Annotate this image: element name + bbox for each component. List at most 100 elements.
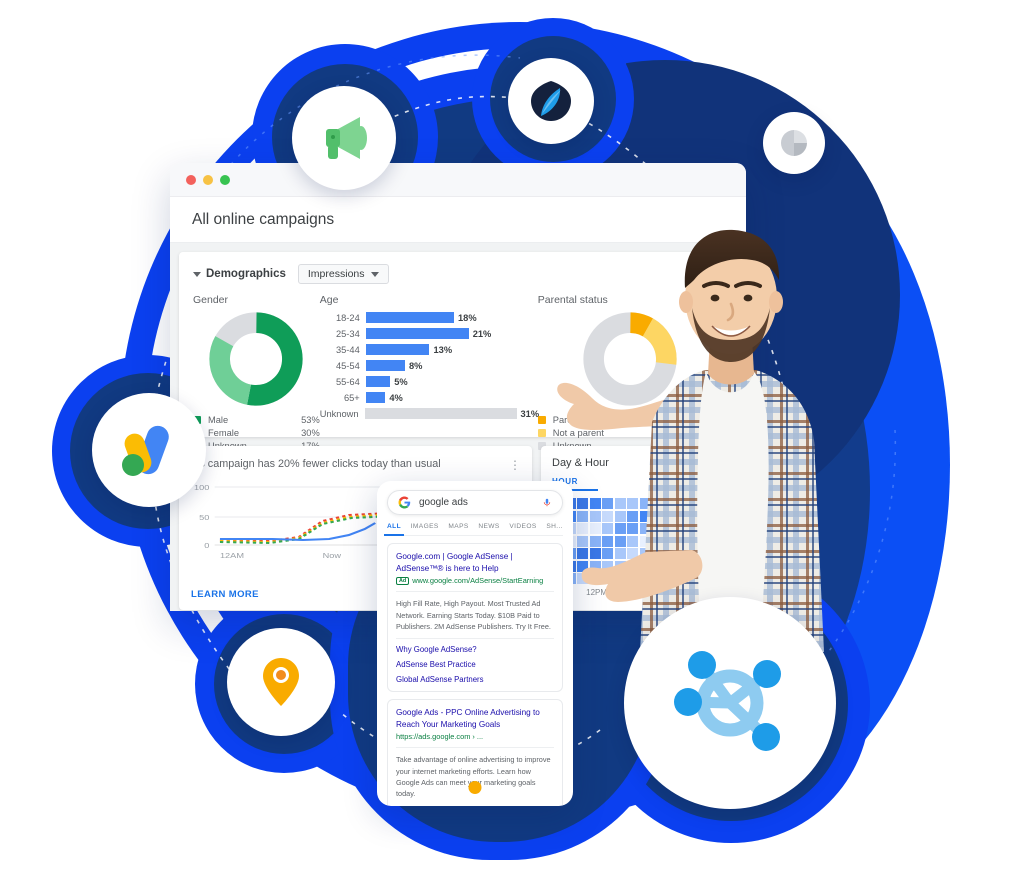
age-bar-track: 5% [365, 376, 538, 388]
age-bar-fill [365, 328, 469, 340]
result-description: High Fill Rate, High Payout. Most Truste… [396, 599, 551, 631]
phone-tab-images[interactable]: IMAGES [411, 523, 439, 530]
age-bar-value: 18% [458, 312, 477, 323]
result-url: https://ads.google.com › ... [396, 732, 484, 742]
phone-tab-all[interactable]: ALL [383, 523, 405, 536]
search-input[interactable]: google ads [419, 497, 534, 508]
age-bar-row: 55-64 5% [320, 375, 538, 389]
age-bucket-label: 35-44 [335, 344, 360, 355]
age-bucket-label: 65+ [343, 392, 360, 403]
age-bar-fill [364, 408, 517, 420]
age-bar-row: 45-54 8% [320, 359, 538, 373]
age-bar-value: 5% [394, 376, 408, 387]
minimize-icon[interactable] [203, 174, 213, 185]
metric-selector-value: Impressions [307, 268, 365, 280]
presenter-person-photo [557, 229, 824, 652]
chevron-down-icon [193, 271, 201, 277]
svg-text:0: 0 [204, 542, 210, 550]
kebab-menu-icon[interactable]: ⋮ [509, 458, 521, 472]
age-bar-chart: 18-24 18% 25-34 21% 35-44 13% 45-54 8% 55-64 5% 65… [319, 311, 540, 421]
location-pin-icon [263, 658, 299, 706]
google-ads-logo-icon [122, 425, 169, 476]
sitelink[interactable]: Global AdSense Partners [396, 675, 554, 684]
age-bar-value: 8% [408, 360, 423, 371]
age-bar-track: 21% [365, 328, 538, 340]
floating-icon-google-ads[interactable] [92, 393, 206, 507]
gender-chart-block: Gender Male 53% Female 30% [193, 294, 320, 454]
age-bucket-label: Unknown [319, 408, 359, 419]
chevron-down-icon [370, 271, 379, 277]
svg-text:50: 50 [199, 514, 210, 522]
svg-text:100: 100 [194, 484, 210, 492]
google-g-icon [398, 496, 411, 509]
age-bar-value: 13% [433, 344, 453, 355]
metric-selector[interactable]: Impressions [297, 264, 389, 284]
age-bar-fill [365, 376, 391, 388]
demographics-label: Demographics [206, 268, 286, 280]
age-bucket-label: 45-54 [335, 360, 360, 371]
floating-icon-network[interactable] [624, 597, 836, 809]
divider [396, 638, 554, 640]
age-bar-track: 4% [365, 392, 538, 404]
legend-label: Male [208, 415, 229, 425]
age-bucket-label: 55-64 [335, 376, 360, 387]
age-bar-track: 31% [364, 408, 540, 420]
result-url-text: www.google.com/AdSense/StartEarning [412, 576, 544, 586]
age-bar-value: 31% [520, 408, 540, 419]
search-bar[interactable]: google ads [387, 490, 563, 515]
network-hub-icon [674, 651, 781, 751]
close-icon[interactable] [186, 174, 196, 185]
microphone-icon[interactable] [542, 496, 552, 509]
floating-icon-brand-logo[interactable] [508, 58, 594, 144]
result-title[interactable]: Google Ads - PPC Online Advertising to R… [396, 707, 554, 730]
age-bar-fill [365, 344, 430, 356]
age-bar-fill [365, 360, 405, 372]
search-result-ad[interactable]: Google.com | Google AdSense | AdSense™® … [387, 543, 563, 693]
age-bar-row: 35-44 13% [320, 343, 538, 357]
phone-mockup: google ads ALL IMAGES MAPS NEWS VIDEOS SH... … [377, 481, 573, 806]
legend-label: Female [208, 428, 240, 438]
sitelink[interactable]: AdSense Best Practice [396, 660, 554, 669]
age-bar-row: 65+ 4% [320, 391, 538, 405]
insight-text: his campaign has 20% fewer clicks today … [191, 458, 441, 470]
svg-text:Now: Now [323, 552, 342, 560]
demographics-section-title[interactable]: Demographics [193, 268, 286, 280]
age-bar-row: 18-24 18% [320, 311, 538, 325]
age-bucket-label: 25-34 [335, 328, 360, 339]
age-bar-track: 8% [365, 360, 538, 372]
divider [396, 591, 554, 593]
phone-tab-videos[interactable]: VIDEOS [509, 523, 536, 530]
result-title[interactable]: Google.com | Google AdSense | AdSense™® … [396, 551, 554, 574]
leaf-logo-icon [531, 81, 571, 121]
legend-swatch [537, 429, 546, 437]
browser-title-bar [170, 163, 746, 197]
age-bar-fill [365, 312, 454, 324]
megaphone-icon [326, 117, 367, 159]
home-indicator-dot [468, 781, 482, 794]
pie-chart-icon [781, 130, 807, 156]
age-label: Age [319, 294, 339, 306]
age-chart-block: Age 18-24 18% 25-34 21% 35-44 13% 45-54 8% 55-64… [319, 294, 540, 454]
sitelink[interactable]: Why Google AdSense? [396, 645, 554, 654]
gender-donut-svg [209, 312, 304, 406]
age-bar-value: 4% [389, 392, 403, 403]
floating-icon-megaphone[interactable] [292, 86, 396, 190]
legend-item: Male 53% [193, 415, 320, 425]
svg-text:12AM: 12AM [220, 552, 244, 560]
age-bucket-label: 18-24 [335, 312, 360, 323]
learn-more-link[interactable]: LEARN MORE [191, 589, 259, 600]
maximize-icon[interactable] [220, 174, 230, 185]
age-bar-track: 18% [365, 312, 538, 324]
age-bar-row: Unknown 31% [319, 407, 540, 421]
phone-tab-news[interactable]: NEWS [478, 523, 499, 530]
illustration-stage: All online campaigns Demographics Impres… [0, 0, 1025, 890]
floating-icon-analytics[interactable] [763, 112, 825, 174]
divider [396, 747, 554, 749]
age-bar-value: 21% [472, 328, 492, 339]
floating-icon-location[interactable] [227, 628, 335, 736]
ad-badge: Ad [396, 577, 410, 586]
gender-donut [193, 311, 320, 407]
legend-value: 53% [301, 415, 320, 425]
phone-tab-maps[interactable]: MAPS [448, 523, 468, 530]
age-bar-track: 13% [365, 344, 538, 356]
